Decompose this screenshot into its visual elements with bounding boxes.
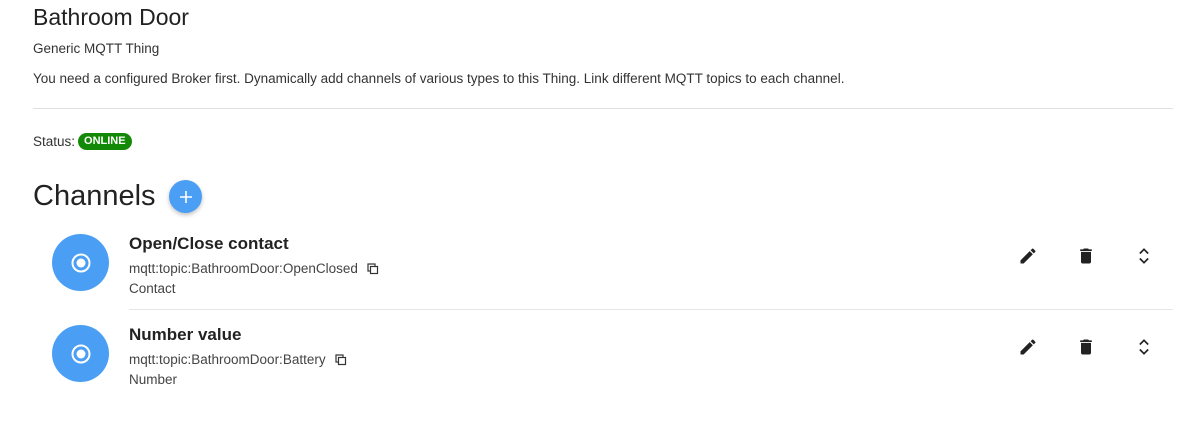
expand-channel-button[interactable] xyxy=(1132,335,1156,359)
add-channel-button[interactable] xyxy=(169,180,202,213)
channel-label: Number value xyxy=(129,325,242,344)
status-label: Status: xyxy=(33,134,76,149)
channel-type: Number xyxy=(129,372,178,387)
status-row: Status: ONLINE xyxy=(33,133,132,150)
edit-channel-button[interactable] xyxy=(1016,244,1040,268)
page-title: Bathroom Door xyxy=(33,4,189,30)
radio-button-icon xyxy=(71,253,90,272)
edit-channel-button[interactable] xyxy=(1016,335,1040,359)
channel-item[interactable]: Open/Close contact mqtt:topic:BathroomDo… xyxy=(52,220,1173,310)
copy-icon[interactable] xyxy=(367,262,379,275)
channel-item[interactable]: Number value mqtt:topic:BathroomDoor:Bat… xyxy=(52,311,1173,401)
pencil-icon xyxy=(1020,339,1036,355)
channel-uid: mqtt:topic:BathroomDoor:Battery xyxy=(129,352,326,367)
divider xyxy=(33,108,1173,109)
unfold-icon xyxy=(1139,339,1149,355)
channel-avatar xyxy=(52,325,109,382)
channel-uid-row: mqtt:topic:BathroomDoor:Battery xyxy=(129,352,347,367)
trash-icon xyxy=(1080,339,1092,355)
channel-uid: mqtt:topic:BathroomDoor:OpenClosed xyxy=(129,261,358,276)
list-divider xyxy=(129,309,1173,310)
copy-icon[interactable] xyxy=(334,353,347,366)
channels-heading: Channels xyxy=(33,180,156,212)
trash-icon xyxy=(1080,248,1092,264)
delete-channel-button[interactable] xyxy=(1074,244,1098,268)
plus-icon xyxy=(179,190,192,203)
expand-channel-button[interactable] xyxy=(1132,244,1156,268)
thing-description: You need a configured Broker first. Dyna… xyxy=(33,71,845,86)
thing-type: Generic MQTT Thing xyxy=(33,41,160,56)
channel-uid-row: mqtt:topic:BathroomDoor:OpenClosed xyxy=(129,261,379,276)
status-badge: ONLINE xyxy=(78,133,132,150)
delete-channel-button[interactable] xyxy=(1074,335,1098,359)
channel-type: Contact xyxy=(129,281,176,296)
channel-avatar xyxy=(52,234,109,291)
unfold-icon xyxy=(1139,248,1149,264)
radio-button-icon xyxy=(71,344,90,363)
pencil-icon xyxy=(1020,248,1036,264)
channel-label: Open/Close contact xyxy=(129,234,289,253)
